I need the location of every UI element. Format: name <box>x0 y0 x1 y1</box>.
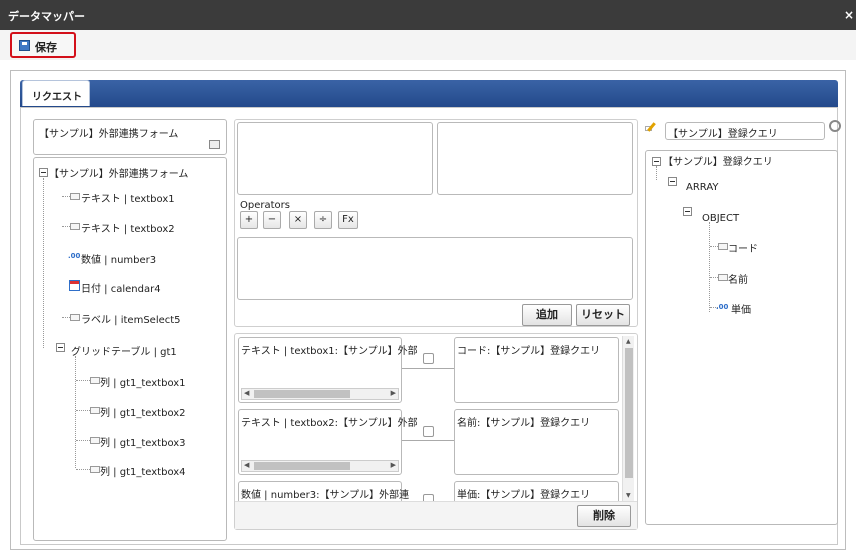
tab-request[interactable]: リクエスト <box>22 80 90 106</box>
window-title: データマッパー <box>8 10 85 23</box>
plus-button[interactable]: + <box>240 211 258 229</box>
query-select-value: 【サンプル】登録クエリ <box>668 129 778 140</box>
query-field[interactable]: コード <box>728 240 758 255</box>
form-tree: 【サンプル】外部連携フォーム テキスト | textbox1 テキスト | te… <box>33 157 227 541</box>
multiply-button[interactable]: × <box>289 211 307 229</box>
mapping-target[interactable]: 名前:【サンプル】登録クエリ <box>454 409 619 475</box>
window-titlebar: データマッパー × <box>0 0 856 30</box>
mapping-source-text: テキスト | textbox1:【サンプル】外部 <box>241 346 418 357</box>
divide-button[interactable]: ÷ <box>314 211 332 229</box>
field-icon <box>70 193 80 200</box>
mapping-source[interactable]: テキスト | textbox1:【サンプル】外部 ◀ ▶ <box>238 337 418 403</box>
object-node[interactable]: OBJECT <box>702 213 739 224</box>
form-select[interactable]: 【サンプル】外部連携フォーム <box>33 119 227 155</box>
mapping-source[interactable]: テキスト | textbox2:【サンプル】外部 ◀ ▶ <box>238 409 418 475</box>
collapse-icon[interactable] <box>683 207 692 216</box>
close-icon[interactable]: × <box>844 8 854 22</box>
tree-item-grid[interactable]: グリッドテーブル | gt1 <box>71 343 177 358</box>
number-icon: .00 <box>716 303 729 311</box>
field-icon <box>70 223 80 230</box>
mapping-checkbox[interactable] <box>423 494 434 501</box>
tree-item[interactable]: 列 | gt1_textbox2 <box>100 404 186 419</box>
query-field[interactable]: 単価 <box>731 301 751 316</box>
field-icon <box>70 314 80 321</box>
query-tree-root: 【サンプル】登録クエリ <box>663 157 773 168</box>
query-select[interactable]: 【サンプル】登録クエリ <box>665 122 825 140</box>
mapping-target-text: 名前:【サンプル】登録クエリ <box>457 418 591 429</box>
function-button[interactable]: Fx <box>338 211 358 229</box>
expression-editor[interactable] <box>237 237 633 300</box>
tree-item[interactable]: テキスト | textbox2 <box>81 220 175 235</box>
expression-source-box[interactable] <box>237 122 433 195</box>
vertical-scrollbar[interactable]: ▲ ▼ <box>622 336 634 501</box>
tab-bar <box>20 80 838 108</box>
calendar-icon <box>69 280 80 291</box>
tree-item[interactable]: ラベル | itemSelect5 <box>81 311 181 326</box>
tree-item[interactable]: 列 | gt1_textbox1 <box>100 374 186 389</box>
field-icon <box>90 377 100 384</box>
array-node[interactable]: ARRAY <box>686 182 719 193</box>
field-icon <box>90 437 100 444</box>
tree-item[interactable]: 列 | gt1_textbox3 <box>100 434 186 449</box>
expression-target-box[interactable] <box>437 122 633 195</box>
mapping-source-text: 数値 | number3:【サンプル】外部連 <box>241 490 410 501</box>
field-icon <box>718 243 728 250</box>
field-icon <box>718 274 728 281</box>
reset-button[interactable]: リセット <box>576 304 630 326</box>
horizontal-scrollbar[interactable]: ◀ ▶ <box>241 460 399 472</box>
mapping-target[interactable]: コード:【サンプル】登録クエリ <box>454 337 619 403</box>
collapse-icon[interactable] <box>652 157 661 166</box>
collapse-icon[interactable] <box>39 168 48 177</box>
form-select-value: 【サンプル】外部連携フォーム <box>39 129 179 140</box>
query-tree: 【サンプル】登録クエリ ARRAY OBJECT コード 名前 .00 単価 <box>645 150 838 525</box>
query-field[interactable]: 名前 <box>728 271 748 286</box>
tree-item[interactable]: 列 | gt1_textbox4 <box>100 463 186 478</box>
minus-button[interactable]: − <box>263 211 281 229</box>
mapping-checkbox[interactable] <box>423 353 434 364</box>
tree-item[interactable]: 数値 | number3 <box>81 251 156 266</box>
horizontal-scrollbar[interactable]: ◀ ▶ <box>241 388 399 400</box>
delete-button[interactable]: 削除 <box>577 505 631 527</box>
mapping-checkbox[interactable] <box>423 426 434 437</box>
toolbar: 保存 <box>0 30 856 60</box>
field-icon <box>90 407 100 414</box>
list-icon[interactable] <box>209 140 220 149</box>
collapse-icon[interactable] <box>668 177 677 186</box>
mapping-target[interactable]: 単価:【サンプル】登録クエリ <box>454 481 619 501</box>
number-icon: .00 <box>68 252 81 260</box>
save-label: 保存 <box>35 41 57 54</box>
save-button[interactable]: 保存 <box>10 32 76 58</box>
tree-item[interactable]: テキスト | textbox1 <box>81 190 175 205</box>
operators-label: Operators <box>240 200 290 211</box>
tree-root-label: 【サンプル】外部連携フォーム <box>49 169 189 180</box>
tab-request-label: リクエスト <box>32 92 82 103</box>
add-button[interactable]: 追加 <box>522 304 572 326</box>
floppy-disk-icon <box>19 40 30 51</box>
mapping-target-text: 単価:【サンプル】登録クエリ <box>457 490 591 501</box>
collapse-icon[interactable] <box>56 343 65 352</box>
field-icon <box>90 466 100 473</box>
mapping-target-text: コード:【サンプル】登録クエリ <box>457 346 601 357</box>
mapping-source[interactable]: 数値 | number3:【サンプル】外部連 <box>238 481 409 501</box>
search-icon[interactable] <box>829 120 841 132</box>
tree-item[interactable]: 日付 | calendar4 <box>81 280 161 295</box>
mapping-source-text: テキスト | textbox2:【サンプル】外部 <box>241 418 418 429</box>
